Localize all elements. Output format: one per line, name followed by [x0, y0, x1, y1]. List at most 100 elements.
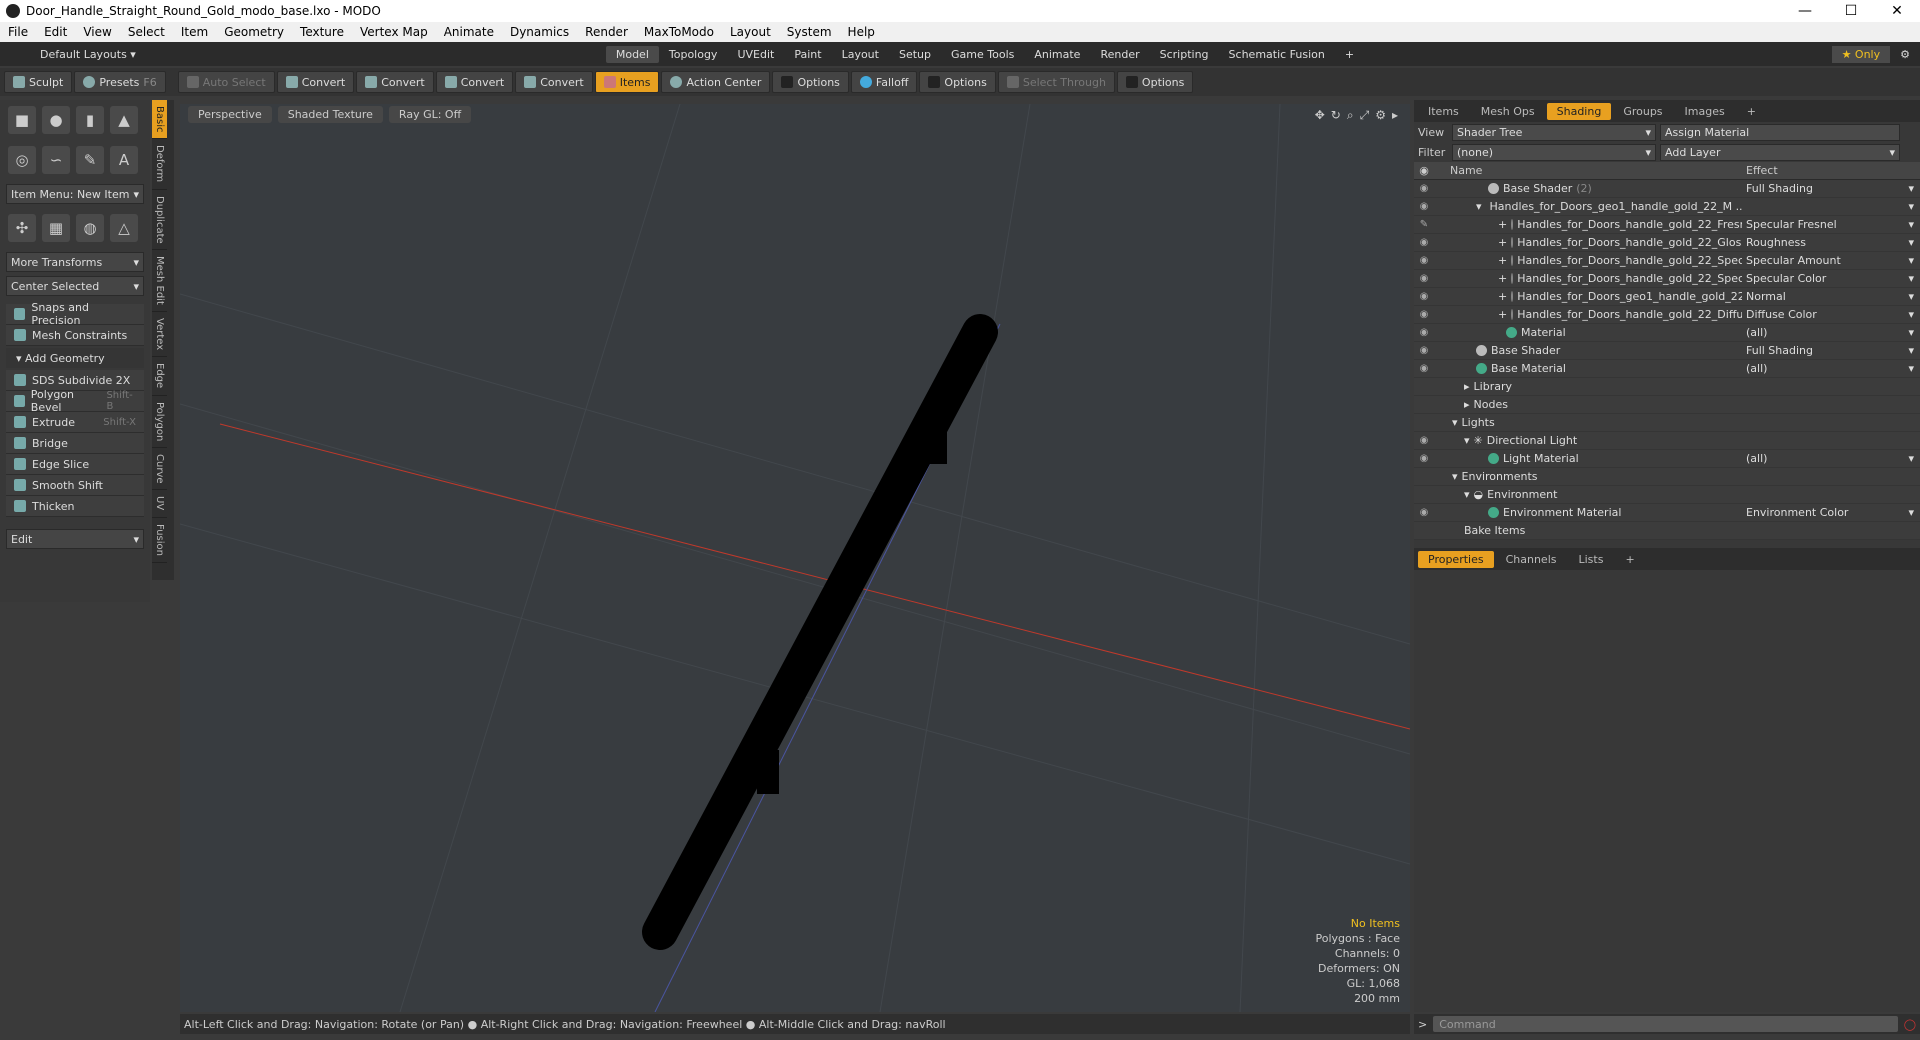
expand-arrow-icon[interactable]: ▸: [1392, 108, 1398, 123]
mesh-constraints-button[interactable]: Mesh Constraints: [6, 325, 144, 346]
tab-mesh-ops[interactable]: Mesh Ops: [1471, 103, 1545, 120]
eye-icon[interactable]: ◉: [1414, 435, 1434, 446]
tab-model[interactable]: Model: [605, 45, 659, 63]
tab-basic[interactable]: Basic: [152, 100, 167, 140]
item-menu-dropdown[interactable]: Item Menu: New Item ▾: [6, 184, 144, 204]
menu-item[interactable]: Item: [173, 25, 216, 39]
tab-animate[interactable]: Animate: [1024, 46, 1090, 63]
menu-render[interactable]: Render: [577, 25, 636, 39]
tab-fusion[interactable]: Fusion: [152, 518, 167, 563]
default-layouts-dropdown[interactable]: Default Layouts ▾: [30, 46, 146, 63]
tree-row[interactable]: ◉ + Handles_for_Doors_handle_gold_22_Diffu…: [1414, 306, 1920, 324]
tree-row[interactable]: ◉ Base Shader Full Shading ▾: [1414, 342, 1920, 360]
eye-icon[interactable]: ◉: [1414, 255, 1434, 266]
rotate-view-icon[interactable]: ↻: [1331, 108, 1341, 123]
menu-geometry[interactable]: Geometry: [216, 25, 292, 39]
tree-row[interactable]: ◉ + Handles_for_Doors_geo1_handle_gold_22_…: [1414, 288, 1920, 306]
tab-curve[interactable]: Curve: [152, 448, 167, 491]
tree-row[interactable]: ▾ Environments: [1414, 468, 1920, 486]
add-tab-icon[interactable]: +: [1615, 551, 1644, 568]
edit-dropdown[interactable]: Edit ▾: [6, 529, 144, 549]
tab-duplicate[interactable]: Duplicate: [152, 190, 167, 251]
record-icon[interactable]: ◯: [1904, 1018, 1916, 1031]
eye-icon[interactable]: ◉: [1414, 327, 1434, 338]
tree-row[interactable]: Bake Items: [1414, 522, 1920, 540]
center-selected-dropdown[interactable]: Center Selected ▾: [6, 276, 144, 296]
tree-row[interactable]: ✎ + Handles_for_Doors_handle_gold_22_Fresn…: [1414, 216, 1920, 234]
menu-vertex-map[interactable]: Vertex Map: [352, 25, 436, 39]
convert-material-button[interactable]: Convert: [515, 71, 593, 93]
menu-system[interactable]: System: [779, 25, 840, 39]
edge-slice-button[interactable]: Edge Slice: [6, 454, 144, 475]
torus-icon[interactable]: ◎: [8, 146, 36, 174]
convert-polygon-button[interactable]: Convert: [435, 71, 514, 93]
globe-icon[interactable]: ◍: [76, 214, 104, 242]
zoom-icon[interactable]: ⌕: [1347, 108, 1354, 123]
eye-icon[interactable]: ◉: [1414, 183, 1434, 194]
tree-row[interactable]: ◉ ▾ Handles_for_Doors_geo1_handle_gold_22_…: [1414, 198, 1920, 216]
eye-icon[interactable]: ◉: [1414, 309, 1434, 320]
menu-select[interactable]: Select: [120, 25, 173, 39]
tab-render[interactable]: Render: [1090, 46, 1149, 63]
tab-uv[interactable]: UV: [152, 490, 167, 518]
cube-icon[interactable]: ■: [8, 106, 36, 134]
more-transforms-dropdown[interactable]: More Transforms ▾: [6, 252, 144, 272]
grid-icon[interactable]: ▦: [42, 214, 70, 242]
tab-images[interactable]: Images: [1675, 103, 1735, 120]
minimize-button[interactable]: —: [1782, 3, 1828, 19]
tree-row[interactable]: ◉ Light Material (all) ▾: [1414, 450, 1920, 468]
auto-select-button[interactable]: Auto Select: [177, 71, 275, 93]
add-geometry-header[interactable]: ▾ Add Geometry: [6, 348, 144, 368]
tree-row[interactable]: ▾ ◒ Environment: [1414, 486, 1920, 504]
tree-row[interactable]: ▸ Library: [1414, 378, 1920, 396]
pen-icon[interactable]: ✎: [76, 146, 104, 174]
gear-icon[interactable]: ⚙: [1890, 46, 1920, 63]
tab-paint[interactable]: Paint: [784, 46, 831, 63]
tree-row[interactable]: ◉ Material (all) ▾: [1414, 324, 1920, 342]
tab-setup[interactable]: Setup: [889, 46, 941, 63]
cone-icon[interactable]: ▲: [110, 106, 138, 134]
shading-mode-dropdown[interactable]: Shaded Texture: [277, 106, 383, 123]
tree-row[interactable]: ◉ Environment Material Environment Color ▾: [1414, 504, 1920, 522]
ray-gl-toggle[interactable]: Ray GL: Off: [388, 106, 472, 123]
gear-icon[interactable]: ⚙: [1375, 108, 1386, 123]
tab-topology[interactable]: Topology: [659, 46, 728, 63]
eye-icon[interactable]: ◉: [1414, 273, 1434, 284]
tree-row[interactable]: ◉ + Handles_for_Doors_handle_gold_22_Specu…: [1414, 252, 1920, 270]
cylinder-icon[interactable]: ▮: [76, 106, 104, 134]
add-tab-icon[interactable]: +: [1737, 103, 1766, 120]
only-toggle[interactable]: ★ Only: [1831, 45, 1891, 63]
select-through-options-button[interactable]: Options: [1116, 71, 1194, 93]
menu-view[interactable]: View: [75, 25, 119, 39]
menu-maxtomodo[interactable]: MaxToModo: [636, 25, 722, 39]
eye-icon[interactable]: ◉: [1414, 363, 1434, 374]
3d-viewport[interactable]: Perspective Shaded Texture Ray GL: Off ✥…: [180, 104, 1410, 1012]
tab-mesh-edit[interactable]: Mesh Edit: [152, 250, 167, 313]
snaps-precision-button[interactable]: Snaps and Precision: [6, 301, 144, 327]
tab-polygon[interactable]: Polygon: [152, 396, 167, 448]
presets-button[interactable]: Presets F6: [74, 71, 166, 93]
capsule-icon[interactable]: ∽: [42, 146, 70, 174]
tab-properties[interactable]: Properties: [1418, 550, 1494, 568]
convert-vertex-button[interactable]: Convert: [276, 71, 355, 93]
tree-row[interactable]: ◉ + Handles_for_Doors_handle_gold_22_Gloss…: [1414, 234, 1920, 252]
tab-uvedit[interactable]: UVEdit: [727, 46, 784, 63]
text-icon[interactable]: A: [110, 146, 138, 174]
extrude-button[interactable]: Extrude Shift-X: [6, 412, 144, 433]
action-center-button[interactable]: Action Center: [661, 71, 771, 93]
view-perspective-dropdown[interactable]: Perspective: [188, 106, 272, 123]
tab-shading[interactable]: Shading: [1546, 102, 1612, 120]
eye-icon[interactable]: ◉: [1414, 291, 1434, 302]
polygon-bevel-button[interactable]: Polygon Bevel Shift-B: [6, 388, 144, 414]
filter-dropdown[interactable]: (none) ▾: [1452, 143, 1656, 161]
menu-help[interactable]: Help: [840, 25, 883, 39]
pyramid-icon[interactable]: △: [110, 214, 138, 242]
sphere-icon[interactable]: ●: [42, 106, 70, 134]
tree-row[interactable]: ◉ + Handles_for_Doors_handle_gold_22_Specu…: [1414, 270, 1920, 288]
add-tab-icon[interactable]: +: [1335, 46, 1364, 63]
tab-scripting[interactable]: Scripting: [1150, 46, 1219, 63]
transform-icon[interactable]: ✣: [8, 214, 36, 242]
tab-groups[interactable]: Groups: [1613, 103, 1672, 120]
view-dropdown[interactable]: Shader Tree ▾: [1452, 123, 1656, 141]
tab-edge[interactable]: Edge: [152, 357, 167, 396]
